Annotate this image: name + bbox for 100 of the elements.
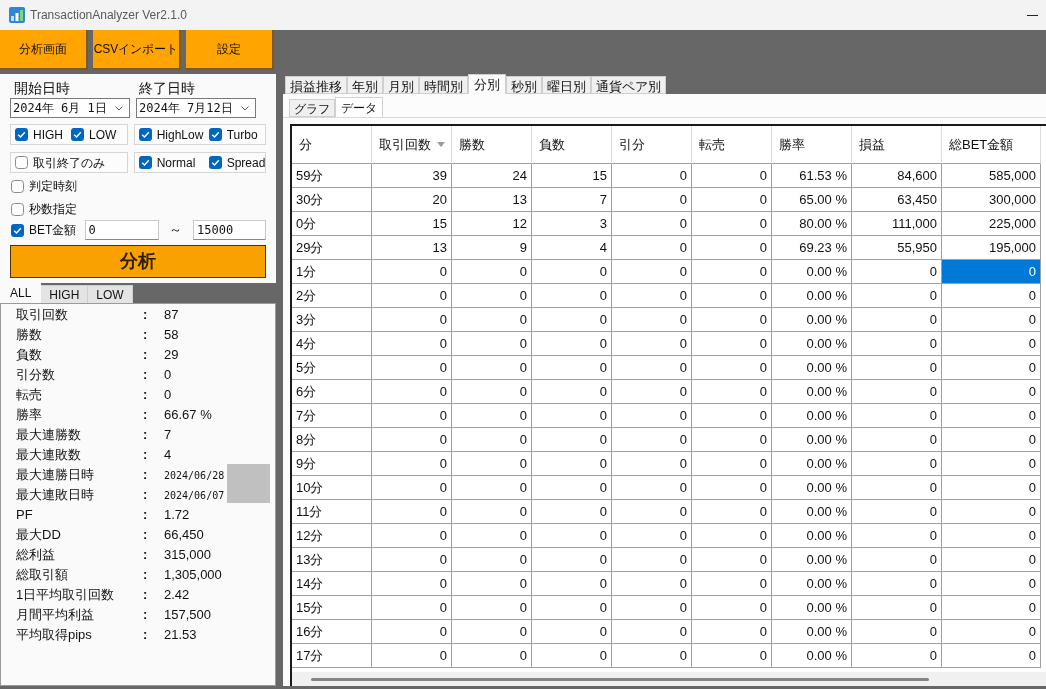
tab[interactable]: LOW xyxy=(88,285,133,303)
stat-separator: : xyxy=(143,586,149,605)
table-cell: 0 xyxy=(612,404,692,428)
checkbox[interactable] xyxy=(11,202,24,216)
table-cell: 1分 xyxy=(292,260,372,284)
table-cell: 0 xyxy=(452,332,532,356)
table-cell: 0 xyxy=(942,596,1041,620)
table-cell: 0 xyxy=(852,380,942,404)
tab[interactable]: 月別 xyxy=(383,76,419,94)
stat-label: 転売 xyxy=(16,386,43,405)
stat-label: 勝数 xyxy=(16,326,43,345)
table-cell: 0 xyxy=(942,572,1041,596)
stat-value: 2024/06/07 xyxy=(164,488,225,503)
table-cell: 12分 xyxy=(292,524,372,548)
table-cell: 8分 xyxy=(292,428,372,452)
table-cell: 0.00 % xyxy=(772,260,852,284)
table-cell: 0 xyxy=(852,596,942,620)
checkbox[interactable] xyxy=(15,156,28,169)
table-cell: 0.00 % xyxy=(772,332,852,356)
table-cell: 0 xyxy=(452,620,532,644)
input-field[interactable]: 15000 xyxy=(193,220,266,240)
table-cell: 0 xyxy=(852,476,942,500)
input-field[interactable]: 0 xyxy=(84,220,159,240)
date-picker[interactable]: 2024年 6月 1日 xyxy=(10,98,130,118)
checkbox[interactable] xyxy=(11,179,24,193)
sort-descending-icon xyxy=(437,142,445,147)
checkbox[interactable] xyxy=(138,128,152,141)
table-cell: 0 xyxy=(692,332,772,356)
table-cell: 0 xyxy=(852,500,942,524)
stat-value: 0 xyxy=(164,386,172,405)
stat-label: 引分数 xyxy=(16,366,56,385)
table-cell: 29分 xyxy=(292,236,372,260)
table-cell: 4分 xyxy=(292,332,372,356)
table-cell: 0 xyxy=(532,260,612,284)
table-cell: 15 xyxy=(532,164,612,188)
table-cell: 14分 xyxy=(292,572,372,596)
scrollbar-thumb[interactable] xyxy=(311,677,929,681)
table-cell: 0 xyxy=(692,500,772,524)
table-cell: 0.00 % xyxy=(772,404,852,428)
checkbox[interactable] xyxy=(208,156,222,169)
table-cell: 0 xyxy=(372,524,452,548)
tab[interactable]: データ xyxy=(335,97,383,117)
table-cell: 30分 xyxy=(292,188,372,212)
table-cell: 0 xyxy=(372,476,452,500)
table-cell: 0 xyxy=(532,308,612,332)
checkbox[interactable] xyxy=(15,128,28,141)
field-label: 終了日時 xyxy=(139,80,195,96)
stat-label: 勝率 xyxy=(16,406,43,425)
table-cell: 0 xyxy=(612,596,692,620)
checkbox[interactable] xyxy=(138,156,152,169)
chevron-down-icon xyxy=(241,105,249,111)
tab[interactable]: 秒別 xyxy=(506,76,542,94)
scrollbar-track[interactable] xyxy=(292,672,1046,686)
checkbox[interactable] xyxy=(71,128,84,141)
stat-label: 月間平均利益 xyxy=(16,606,95,625)
stat-separator: : xyxy=(143,346,149,365)
table-cell: 0 xyxy=(532,332,612,356)
table-cell: 585,000 xyxy=(942,164,1041,188)
stat-value: 1,305,000 xyxy=(164,566,222,585)
checkbox-label: Spread xyxy=(226,155,265,170)
table-cell: 0 xyxy=(692,476,772,500)
table-cell: 0 xyxy=(852,260,942,284)
tab[interactable]: 通貨ペア別 xyxy=(591,76,666,94)
date-picker[interactable]: 2024年 7月12日 xyxy=(136,98,256,118)
range-separator: ～ xyxy=(169,221,183,240)
tab[interactable]: 時間別 xyxy=(419,76,468,94)
minimize-icon[interactable] xyxy=(1027,14,1038,16)
tab[interactable]: 曜日別 xyxy=(542,76,591,94)
table-cell: 0 xyxy=(942,404,1041,428)
table-cell: 39 xyxy=(372,164,452,188)
table-cell: 0 xyxy=(372,428,452,452)
toolbar-button[interactable]: CSVインポート xyxy=(93,30,181,70)
table-cell: 9 xyxy=(452,236,532,260)
stat-value: 315,000 xyxy=(164,546,211,565)
toolbar-button[interactable]: 分析画面 xyxy=(0,30,88,70)
tab[interactable]: グラフ xyxy=(289,99,335,117)
table-cell: 0 xyxy=(942,548,1041,572)
table-cell: 0 xyxy=(692,260,772,284)
table-cell: 61.53 % xyxy=(772,164,852,188)
tab[interactable]: HIGH xyxy=(41,285,89,303)
table-cell: 6分 xyxy=(292,380,372,404)
table-cell: 0 xyxy=(532,620,612,644)
table-cell: 11分 xyxy=(292,500,372,524)
checkbox[interactable] xyxy=(11,223,24,237)
checkbox[interactable] xyxy=(208,128,222,141)
stat-label: 総取引額 xyxy=(16,566,69,585)
table-cell: 4 xyxy=(532,236,612,260)
stat-value: 66,450 xyxy=(164,526,204,545)
tab[interactable]: ALL xyxy=(0,283,42,303)
table-cell: 0 xyxy=(612,548,692,572)
stat-value: 66.67 % xyxy=(164,406,212,425)
tab[interactable]: 年別 xyxy=(347,76,383,94)
toolbar-button[interactable]: 設定 xyxy=(186,30,274,70)
table-cell: 0 xyxy=(532,380,612,404)
table-cell: 2分 xyxy=(292,284,372,308)
table-cell: 0 xyxy=(452,308,532,332)
tab[interactable]: 分別 xyxy=(468,74,506,94)
tab[interactable]: 損益推移 xyxy=(285,76,347,94)
table-cell: 9分 xyxy=(292,452,372,476)
analyze-button[interactable]: 分析 xyxy=(10,245,266,278)
